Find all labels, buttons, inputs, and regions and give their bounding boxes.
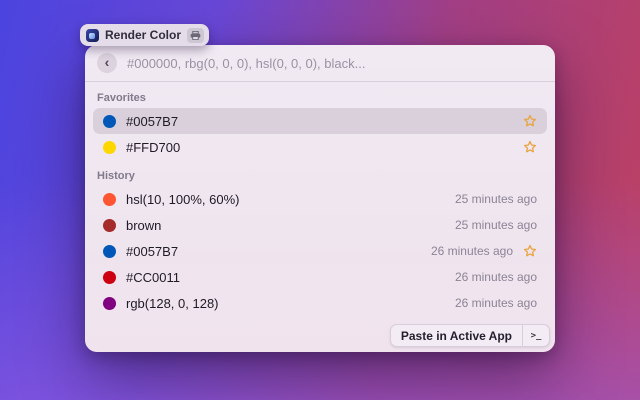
- search-input[interactable]: [127, 56, 543, 71]
- search-bar: ‹: [85, 45, 555, 82]
- history-row-rgb-purple[interactable]: rgb(128, 0, 128) 26 minutes ago: [93, 290, 547, 316]
- color-swatch: [103, 141, 116, 154]
- list-content: Favorites #0057B7 #FFD700 History: [85, 82, 555, 352]
- color-label: #CC0011: [126, 270, 180, 285]
- star-icon[interactable]: [523, 140, 537, 154]
- timestamp: 25 minutes ago: [455, 192, 537, 206]
- section-header-favorites: Favorites: [97, 91, 543, 105]
- back-button[interactable]: ‹: [97, 53, 117, 73]
- history-row-0057B7[interactable]: #0057B7 26 minutes ago: [93, 238, 547, 264]
- color-label: #0057B7: [126, 244, 178, 259]
- command-pill-title: Render Color: [105, 28, 181, 42]
- history-row-hsl[interactable]: hsl(10, 100%, 60%) 25 minutes ago: [93, 186, 547, 212]
- timestamp: 26 minutes ago: [455, 270, 537, 284]
- color-swatch: [103, 219, 116, 232]
- color-swatch: [103, 271, 116, 284]
- color-swatch: [103, 245, 116, 258]
- command-pill[interactable]: Render Color: [80, 24, 209, 46]
- color-swatch: [103, 115, 116, 128]
- color-label: brown: [126, 218, 161, 233]
- history-row-CC0011[interactable]: #CC0011 26 minutes ago: [93, 264, 547, 290]
- timestamp: 25 minutes ago: [455, 218, 537, 232]
- footer-action-group: Paste in Active App >_: [390, 324, 550, 347]
- color-swatch: [103, 193, 116, 206]
- printer-icon[interactable]: [187, 28, 204, 43]
- color-swatch: [103, 297, 116, 310]
- color-label: #FFD700: [126, 140, 180, 155]
- timestamp: 26 minutes ago: [431, 244, 513, 258]
- color-label: hsl(10, 100%, 60%): [126, 192, 239, 207]
- render-color-app-icon: [86, 29, 99, 42]
- favorite-row-FFD700[interactable]: #FFD700: [93, 134, 547, 160]
- favorite-row-0057B7[interactable]: #0057B7: [93, 108, 547, 134]
- terminal-prompt-icon[interactable]: >_: [523, 325, 549, 346]
- timestamp: 26 minutes ago: [455, 296, 537, 310]
- color-label: rgb(128, 0, 128): [126, 296, 219, 311]
- history-row-brown[interactable]: brown 25 minutes ago: [93, 212, 547, 238]
- star-icon[interactable]: [523, 114, 537, 128]
- render-color-window: ‹ Favorites #0057B7 #FFD700 Hi: [85, 45, 555, 352]
- section-header-history: History: [97, 169, 543, 183]
- star-icon[interactable]: [523, 244, 537, 258]
- color-label: #0057B7: [126, 114, 178, 129]
- paste-in-active-app-button[interactable]: Paste in Active App: [391, 325, 523, 346]
